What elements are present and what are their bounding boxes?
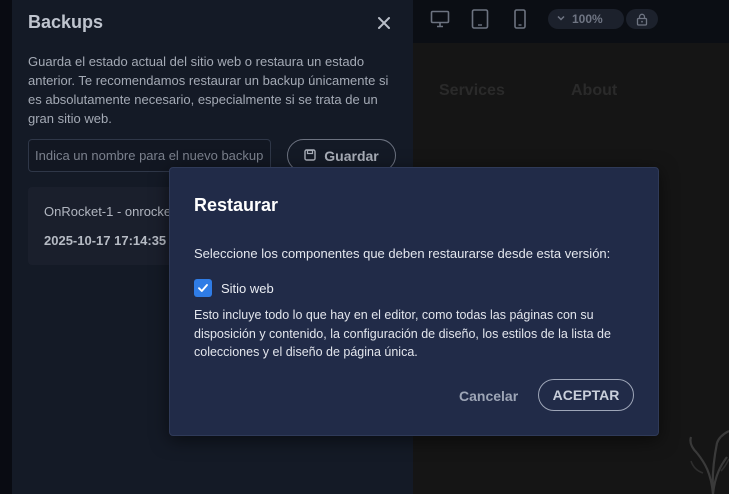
tablet-icon[interactable]: [469, 8, 491, 30]
panel-title: Backups: [28, 12, 104, 32]
lock-icon[interactable]: [626, 9, 658, 29]
cancel-button[interactable]: Cancelar: [459, 380, 518, 412]
nav-link-services[interactable]: Services: [439, 82, 505, 100]
left-sidebar-strip: [0, 0, 12, 494]
backup-date: 2025-10-17 17:14:35: [44, 233, 167, 248]
dialog-title: Restaurar: [194, 195, 279, 215]
dialog-note: Esto incluye todo lo que hay en el edito…: [194, 308, 611, 359]
website-checkbox-label: Sitio web: [221, 280, 274, 296]
save-icon: [304, 148, 316, 164]
nav-link-about[interactable]: About: [571, 82, 617, 100]
accept-button[interactable]: ACEPTAR: [538, 379, 634, 411]
close-icon[interactable]: [373, 12, 395, 34]
desktop-icon[interactable]: [429, 8, 451, 30]
restore-dialog: Restaurar Seleccione los componentes que…: [169, 167, 659, 436]
checkmark-icon: [198, 284, 208, 292]
dialog-description: Seleccione los componentes que deben res…: [194, 246, 611, 261]
mobile-icon[interactable]: [509, 8, 531, 30]
website-checkbox[interactable]: [194, 279, 212, 297]
backup-name: OnRocket-1 - onrocket: [44, 204, 175, 219]
save-button-label: Guardar: [324, 147, 379, 164]
chevron-down-icon: [556, 12, 566, 26]
panel-description: Guarda el estado actual del sitio web o …: [28, 54, 389, 126]
website-checkbox-row[interactable]: Sitio web: [194, 279, 274, 297]
zoom-dropdown[interactable]: 100%: [548, 9, 624, 29]
zoom-value: 100%: [572, 12, 603, 26]
plant-image: [689, 430, 729, 494]
